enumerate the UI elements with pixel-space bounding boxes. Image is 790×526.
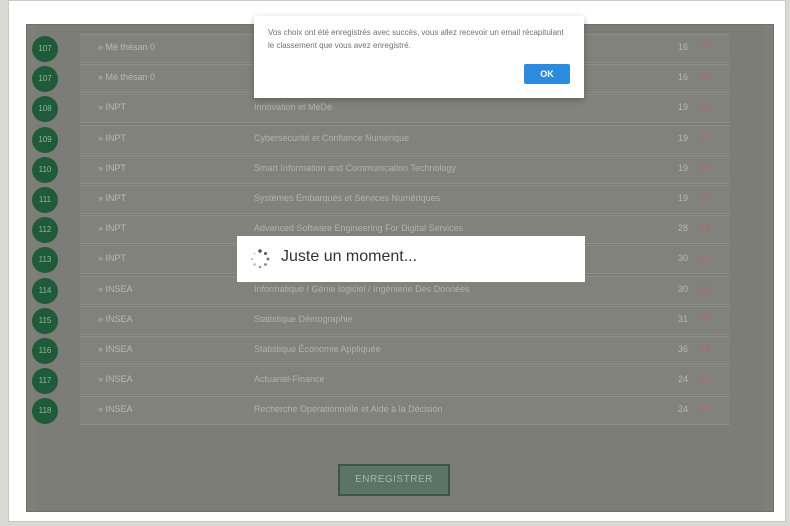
value-2: 19 bbox=[699, 193, 710, 203]
rank-badge: 107 bbox=[32, 66, 58, 93]
value-2: 24 bbox=[699, 374, 710, 385]
program-name: Innovation et MéDé bbox=[254, 102, 333, 113]
loading-text: Juste un moment... bbox=[281, 248, 418, 265]
program-name: Advanced Software Engineering For Digita… bbox=[254, 223, 464, 234]
rank-badge: 112 bbox=[32, 217, 58, 244]
school-name: » INPT bbox=[98, 253, 127, 264]
value-2: 31 bbox=[699, 313, 710, 324]
school-name: » INPT bbox=[98, 223, 127, 234]
value-2: 24 bbox=[699, 404, 710, 415]
value-1: 16 bbox=[677, 72, 688, 83]
rank-badge: 109 bbox=[32, 126, 58, 153]
school-name: » INPT bbox=[98, 102, 127, 113]
school-name: » INPT bbox=[98, 162, 127, 173]
value-2: 16 bbox=[699, 42, 710, 52]
rank-badge: 111 bbox=[32, 187, 58, 213]
school-name: » Mé thésan 0 bbox=[98, 72, 156, 83]
rank-badge: 107 bbox=[32, 36, 58, 62]
program-name: Statistique Économie Appliquée bbox=[254, 344, 381, 354]
rank-badge: 116 bbox=[32, 338, 58, 364]
school-name: » INSEA bbox=[98, 313, 133, 324]
table-row[interactable]: 117 » INSEA Actuariat-Finance 24 24 bbox=[32, 366, 730, 396]
value-2: 19 bbox=[699, 102, 710, 113]
value-1: 19 bbox=[677, 132, 688, 143]
value-1: 16 bbox=[677, 42, 688, 52]
spinner-icon bbox=[250, 249, 270, 269]
rank-badge: 115 bbox=[32, 307, 58, 334]
value-2: 19 bbox=[699, 162, 710, 173]
school-name: » INSEA bbox=[98, 344, 133, 354]
program-name: Actuariat-Finance bbox=[254, 374, 325, 385]
value-2: 30 bbox=[699, 253, 710, 264]
rank-badge: 110 bbox=[32, 156, 58, 183]
save-button[interactable]: ENREGISTRER bbox=[338, 464, 450, 496]
program-name: Statistique Démographie bbox=[254, 313, 353, 324]
value-1: 36 bbox=[677, 344, 688, 354]
value-1: 24 bbox=[677, 404, 688, 415]
school-name: » INSEA bbox=[98, 283, 133, 294]
school-name: » INPT bbox=[98, 193, 127, 203]
alert-message: Vos choix ont été enregistrés avec succè… bbox=[268, 28, 564, 50]
value-1: 31 bbox=[677, 313, 688, 324]
value-2: 28 bbox=[699, 223, 710, 234]
value-2: 16 bbox=[699, 72, 710, 83]
success-alert: Vos choix ont été enregistrés avec succè… bbox=[254, 16, 584, 98]
rank-badge: 114 bbox=[32, 277, 58, 304]
value-1: 24 bbox=[677, 374, 688, 385]
value-1: 28 bbox=[677, 223, 688, 234]
school-name: » Mé thésan 0 bbox=[98, 42, 156, 52]
table-row[interactable]: 108» INPT Innovation et MéDé 19 19 bbox=[32, 94, 730, 124]
loading-dialog: Juste un moment... bbox=[237, 236, 585, 282]
program-name: Smart Information and Communication Tech… bbox=[254, 162, 456, 173]
table-row[interactable]: 118» INSEA Recherche Opérationnelle et Ai… bbox=[32, 396, 730, 426]
table-row[interactable]: 110 » INPT Smart Information and Communica… bbox=[32, 154, 730, 184]
school-name: » INPT bbox=[98, 132, 127, 143]
value-1: 30 bbox=[677, 283, 688, 294]
school-name: » INSEA bbox=[98, 374, 133, 385]
school-name: » INSEA bbox=[98, 404, 133, 415]
value-1: 19 bbox=[677, 162, 688, 173]
value-2: 30 bbox=[699, 283, 710, 294]
rank-badge: 117 bbox=[32, 368, 58, 395]
program-name: Recherche Opérationnelle et Aide à la Dé… bbox=[254, 404, 443, 415]
value-2: 19 bbox=[699, 132, 710, 143]
table-row[interactable]: 116 » INSEA Statistique Économie Appliquée… bbox=[32, 336, 730, 365]
value-1: 19 bbox=[677, 102, 688, 113]
ok-button[interactable]: OK bbox=[524, 64, 570, 84]
table-row[interactable]: 111 » INPT Systèmes Embarqués et Services … bbox=[32, 185, 730, 214]
program-name: Cybersécurité et Confiance Numérique bbox=[254, 132, 410, 143]
table-row[interactable]: 115 » INSEA Statistique Démographie 31 31 bbox=[32, 305, 730, 335]
value-2: 36 bbox=[699, 344, 710, 354]
program-name: Systèmes Embarqués et Services Numérique… bbox=[254, 193, 441, 203]
program-name: Informatique / Génie logiciel / Ingénier… bbox=[254, 283, 470, 294]
value-1: 30 bbox=[677, 253, 688, 264]
table-row[interactable]: 109 » INPT Cybersécurité et Confiance Numé… bbox=[32, 124, 730, 154]
value-1: 19 bbox=[677, 193, 688, 203]
